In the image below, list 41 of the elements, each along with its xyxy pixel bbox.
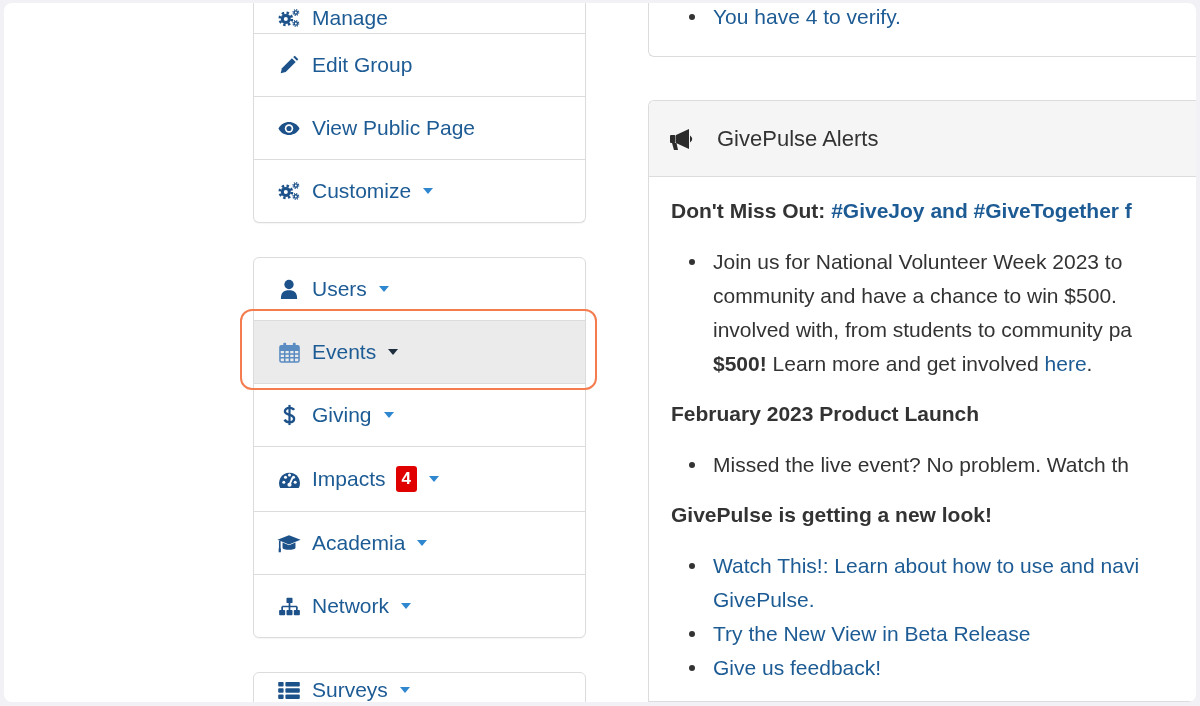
menu-item[interactable]: Surveys [254,673,585,702]
alert-link[interactable]: Watch This!: Learn about how to use and navi GivePulse. [713,549,1140,617]
text-link[interactable]: here [1044,352,1087,375]
alert-link[interactable]: Try the New View in Beta Release [713,617,1031,651]
menu-item[interactable]: Users [254,258,585,320]
verify-link[interactable]: You have 4 to verify. [713,3,901,31]
bullet-icon [689,631,695,637]
hashtag-link[interactable]: #GiveJoy and #GiveTogether f [831,199,1132,222]
graduation-cap-icon [277,533,301,553]
bullet-icon [689,665,695,671]
alert-link[interactable]: Give us feedback! [713,651,882,685]
bullet-icon [689,14,695,20]
menu-item[interactable]: Customize [254,159,585,222]
menu-item[interactable]: Academia [254,511,585,574]
menu-item[interactable]: Edit Group [254,33,585,96]
calendar-icon [278,341,300,363]
dollar-icon [282,404,296,426]
menu-item[interactable]: Network [254,574,585,637]
gears-icon [278,8,300,28]
list-icon [278,681,300,699]
eye-icon [278,120,300,136]
menu-item[interactable]: Impacts 4 [254,446,585,511]
menu-item[interactable]: Manage [254,3,585,33]
panel-title: GivePulse Alerts [717,125,879,152]
alert-text: Join us for National Volunteer Week 2023 to community and have a chance to win $500. involved with, from students to community pa $500! Learn more and get involved here. [713,249,1132,377]
alert-heading: GivePulse is getting a new look! [671,502,992,528]
menu-item[interactable]: View Public Page [254,96,585,159]
pencil-icon [279,55,299,75]
user-icon [280,279,298,299]
menu-item[interactable]: Giving [254,383,585,446]
bullet-icon [689,563,695,569]
sitemap-icon [278,596,300,616]
count-badge: 4 [395,466,417,492]
gears-icon [278,181,300,201]
bullet-icon [689,462,695,468]
megaphone-icon [669,126,695,151]
alert-text: Missed the live event? No problem. Watch th [713,452,1129,478]
menu-item[interactable]: Events [254,320,585,383]
alert-heading: February 2023 Product Launch [671,401,980,427]
alert-heading: Don't Miss Out: #GiveJoy and #GiveTogether f [671,198,1132,224]
bullet-icon [689,259,695,265]
